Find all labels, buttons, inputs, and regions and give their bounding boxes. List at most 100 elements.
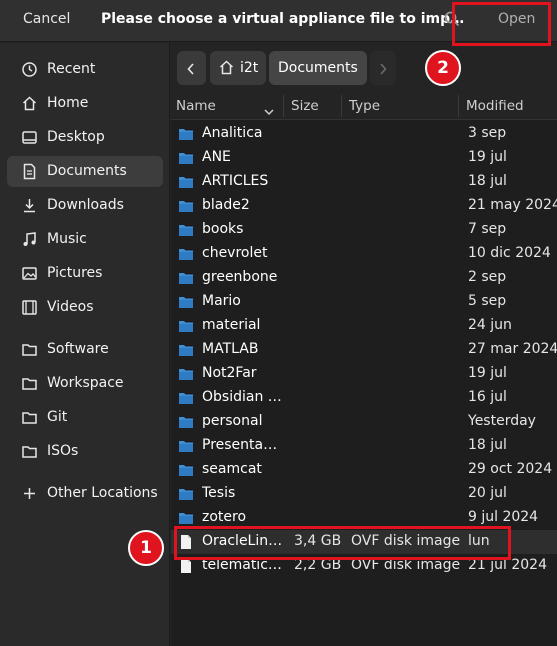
table-row[interactable]: ARTICLES 18 jul <box>171 170 557 194</box>
sidebar-item-pictures[interactable]: Pictures <box>7 258 163 289</box>
column-header: Name Size Type Modified <box>171 93 557 120</box>
table-row[interactable]: Not2Far 19 jul <box>171 362 557 386</box>
table-row[interactable]: Obsidian … 16 jul <box>171 386 557 410</box>
column-type[interactable]: Type <box>349 98 380 114</box>
folder-icon <box>21 375 38 392</box>
file-name: Mario <box>202 293 241 309</box>
folder-icon <box>178 510 194 526</box>
sidebar-item-downloads[interactable]: Downloads <box>7 190 163 221</box>
chevron-left-icon <box>186 61 196 80</box>
file-modified: 24 jun <box>468 317 512 333</box>
sidebar-item-label: ISOs <box>47 443 79 459</box>
folder-icon <box>178 174 194 190</box>
path-home-label: i2t <box>240 60 259 76</box>
folder-icon <box>178 150 194 166</box>
table-row[interactable]: Tesis 20 jul <box>171 482 557 506</box>
home-icon <box>21 95 38 112</box>
table-row[interactable]: MATLAB 27 mar 2024 <box>171 338 557 362</box>
sidebar-item-isos[interactable]: ISOs <box>7 436 163 467</box>
file-name: Presenta… <box>202 437 278 453</box>
desktop-icon <box>21 129 38 146</box>
folder-icon <box>178 414 194 430</box>
file-name: Obsidian … <box>202 389 282 405</box>
sidebar-item-label: Downloads <box>47 197 124 213</box>
folder-icon <box>178 222 194 238</box>
column-size[interactable]: Size <box>291 98 319 114</box>
folder-icon <box>178 198 194 214</box>
folder-icon <box>21 443 38 460</box>
file-name: Analitica <box>202 125 263 141</box>
table-row[interactable]: ANE 19 jul <box>171 146 557 170</box>
file-name: Tesis <box>202 485 236 501</box>
file-name: material <box>202 317 261 333</box>
table-row[interactable]: chevrolet 10 dic 2024 <box>171 242 557 266</box>
table-row[interactable]: seamcat 29 oct 2024 <box>171 458 557 482</box>
sidebar-item-desktop[interactable]: Desktop <box>7 122 163 153</box>
file-modified: 18 jul <box>468 437 507 453</box>
annotation-badge-1: 1 <box>128 530 164 566</box>
sidebar-item-videos[interactable]: Videos <box>7 292 163 323</box>
file-modified: 3 sep <box>468 125 507 141</box>
file-modified: 18 jul <box>468 173 507 189</box>
sidebar-item-label: Videos <box>47 299 94 315</box>
table-row[interactable]: greenbone 2 sep <box>171 266 557 290</box>
column-modified[interactable]: Modified <box>466 98 524 114</box>
folder-icon <box>21 409 38 426</box>
sidebar-item-label: Home <box>47 95 89 111</box>
folder-icon <box>178 270 194 286</box>
file-list[interactable]: Name Size Type Modified Analitica 3 sep AN… <box>171 93 557 646</box>
file-name: ARTICLES <box>202 173 269 189</box>
path-back-button[interactable] <box>177 51 206 85</box>
sidebar-item-label: Music <box>47 231 87 247</box>
column-divider <box>341 95 342 117</box>
annotation-box-open <box>452 2 551 46</box>
plus-icon <box>21 485 38 502</box>
sidebar-item-git[interactable]: Git <box>7 402 163 433</box>
table-row[interactable]: Analitica 3 sep <box>171 122 557 146</box>
table-row[interactable]: Presenta… 18 jul <box>171 434 557 458</box>
sidebar-item-home[interactable]: Home <box>7 88 163 119</box>
file-modified: 2 sep <box>468 269 507 285</box>
chevron-down-icon[interactable] <box>263 102 275 121</box>
sidebar-item-recent[interactable]: Recent <box>7 54 163 85</box>
folder-icon <box>178 486 194 502</box>
table-row[interactable]: Mario 5 sep <box>171 290 557 314</box>
sidebar-item-label: Software <box>47 341 109 357</box>
table-row[interactable]: blade2 21 may 2024 <box>171 194 557 218</box>
chevron-right-icon <box>378 61 388 80</box>
table-row[interactable]: material 24 jun <box>171 314 557 338</box>
path-forward-button[interactable] <box>370 51 396 85</box>
folder-icon <box>178 366 194 382</box>
sidebar-item-workspace[interactable]: Workspace <box>7 368 163 399</box>
dialog-title: Please choose a virtual appliance file t… <box>101 11 465 27</box>
file-modified: 5 sep <box>468 293 507 309</box>
sidebar-item-label: Pictures <box>47 265 103 281</box>
file-name: ANE <box>202 149 231 165</box>
annotation-box-file <box>174 526 511 560</box>
file-modified: 19 jul <box>468 365 507 381</box>
cancel-button[interactable]: Cancel <box>23 11 70 27</box>
file-modified: 7 sep <box>468 221 507 237</box>
file-modified: Yesterday <box>468 413 536 429</box>
folder-icon <box>178 342 194 358</box>
sidebar-item-label: Documents <box>47 163 127 179</box>
file-icon <box>178 558 194 574</box>
sidebar-item-other-locations[interactable]: Other Locations <box>7 478 163 509</box>
sidebar-item-documents[interactable]: Documents <box>7 156 163 187</box>
sidebar-item-software[interactable]: Software <box>7 334 163 365</box>
file-name: books <box>202 221 244 237</box>
column-divider <box>283 95 284 117</box>
file-modified: 29 oct 2024 <box>468 461 553 477</box>
picture-icon <box>21 265 38 282</box>
path-current-button[interactable]: Documents <box>269 51 367 85</box>
folder-icon <box>178 126 194 142</box>
path-home-button[interactable]: i2t <box>210 51 266 85</box>
column-name[interactable]: Name <box>176 98 216 114</box>
sidebar-item-label: Desktop <box>47 129 105 145</box>
file-name: blade2 <box>202 197 250 213</box>
sidebar-item-label: Git <box>47 409 68 425</box>
sidebar-item-music[interactable]: Music <box>7 224 163 255</box>
table-row[interactable]: personal Yesterday <box>171 410 557 434</box>
file-modified: 21 may 2024 <box>468 197 557 213</box>
table-row[interactable]: books 7 sep <box>171 218 557 242</box>
